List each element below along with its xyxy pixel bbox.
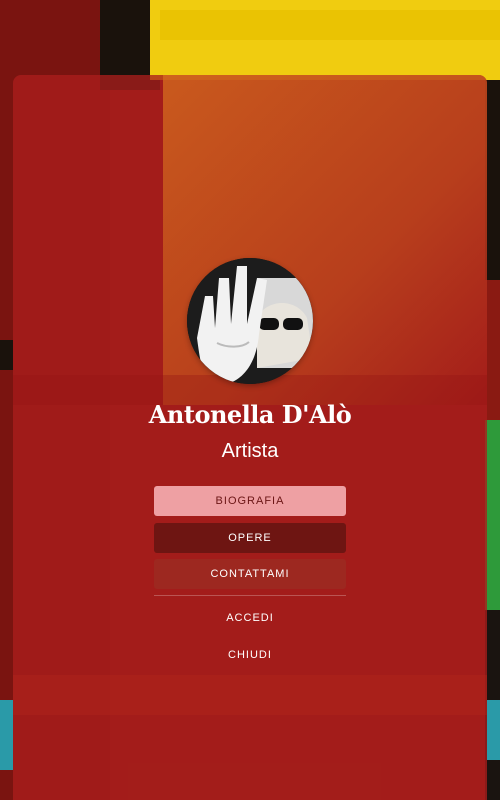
biografia-button[interactable]: BIOGRAFIA: [154, 486, 346, 516]
menu-divider: [154, 595, 346, 596]
avatar-photo: [187, 258, 313, 384]
artist-subtitle: Artista: [221, 440, 279, 462]
profile-panel: Antonella D'Alò Artista BIOGRAFIA OPERE …: [13, 75, 487, 800]
chiudi-link[interactable]: CHIUDI: [154, 649, 346, 661]
avatar: [187, 258, 313, 384]
opere-button[interactable]: OPERE: [154, 523, 346, 553]
contattami-button[interactable]: CONTATTAMI: [154, 559, 346, 589]
artist-name: Antonella D'Alò: [148, 400, 352, 429]
accedi-link[interactable]: ACCEDI: [154, 612, 346, 624]
